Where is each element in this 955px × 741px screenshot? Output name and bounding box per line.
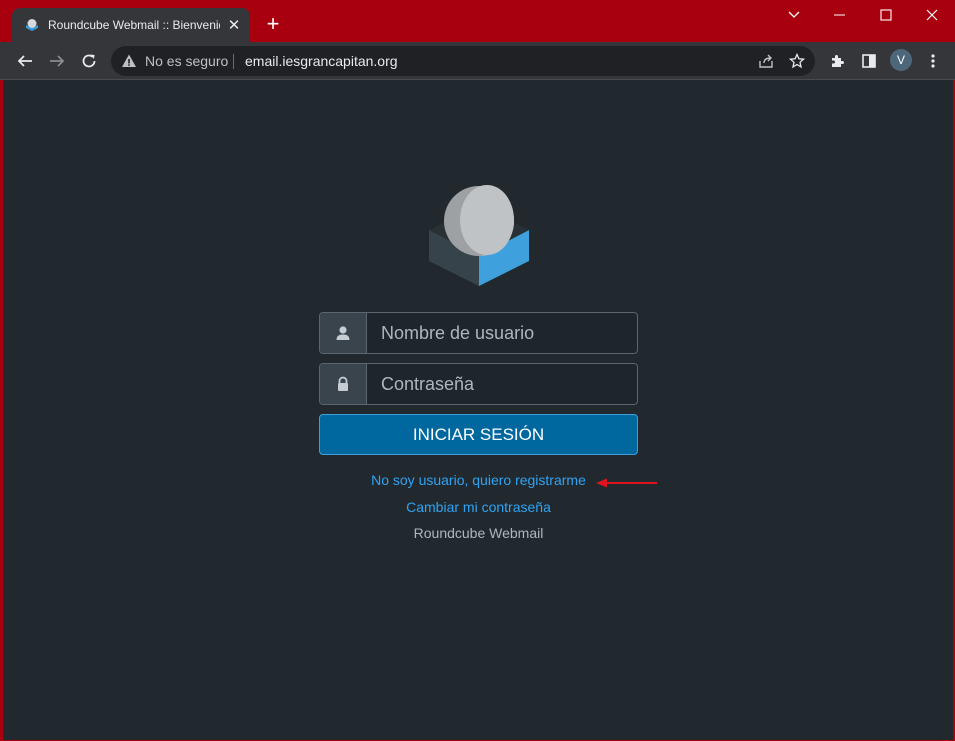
tab-close-icon[interactable]: ✕ xyxy=(226,16,242,34)
roundcube-logo xyxy=(427,183,531,287)
username-field[interactable] xyxy=(319,312,638,354)
product-name: Roundcube Webmail xyxy=(413,525,544,541)
tab-strip: Roundcube Webmail :: Bienvenido a Roundc… xyxy=(0,0,955,42)
roundcube-favicon-icon xyxy=(24,17,40,33)
share-icon[interactable] xyxy=(753,48,779,74)
close-window-icon[interactable] xyxy=(909,0,955,30)
side-panel-icon[interactable] xyxy=(856,48,882,74)
maximize-icon[interactable] xyxy=(863,0,909,30)
forward-arrow-icon[interactable] xyxy=(44,48,70,74)
password-input[interactable] xyxy=(367,364,637,404)
address-separator xyxy=(233,54,234,69)
browser-tab[interactable]: Roundcube Webmail :: Bienvenido a Roundc… xyxy=(12,8,250,42)
username-input[interactable] xyxy=(367,313,637,353)
login-button[interactable]: INICIAR SESIÓN xyxy=(319,414,638,455)
not-secure-warning-icon[interactable] xyxy=(121,53,137,69)
change-password-link[interactable]: Cambiar mi contraseña xyxy=(319,499,638,515)
annotation-arrow-icon xyxy=(595,476,659,488)
webmail-login-page: INICIAR SESIÓN No soy usuario, quiero re… xyxy=(3,80,953,740)
browser-toolbar: No es seguro email.iesgrancapitan.org V xyxy=(0,42,955,80)
address-bar[interactable]: No es seguro email.iesgrancapitan.org xyxy=(111,46,815,76)
security-status-text[interactable]: No es seguro xyxy=(145,53,228,69)
extensions-puzzle-icon[interactable] xyxy=(824,48,850,74)
menu-kebab-icon[interactable] xyxy=(920,48,946,74)
tab-title: Roundcube Webmail :: Bienvenido a Roundc… xyxy=(48,18,220,32)
browser-window: Roundcube Webmail :: Bienvenido a Roundc… xyxy=(0,0,955,741)
tab-search-chevron-icon[interactable] xyxy=(771,0,817,30)
minimize-icon[interactable] xyxy=(817,0,863,30)
password-field[interactable] xyxy=(319,363,638,405)
register-link[interactable]: No soy usuario, quiero registrarme xyxy=(319,472,638,488)
lock-icon xyxy=(320,364,367,404)
user-icon xyxy=(320,313,367,353)
url-text[interactable]: email.iesgrancapitan.org xyxy=(245,53,398,69)
back-arrow-icon[interactable] xyxy=(12,48,38,74)
new-tab-button[interactable]: + xyxy=(262,13,284,35)
profile-avatar[interactable]: V xyxy=(890,49,912,71)
bookmark-star-icon[interactable] xyxy=(784,48,810,74)
reload-icon[interactable] xyxy=(76,48,102,74)
